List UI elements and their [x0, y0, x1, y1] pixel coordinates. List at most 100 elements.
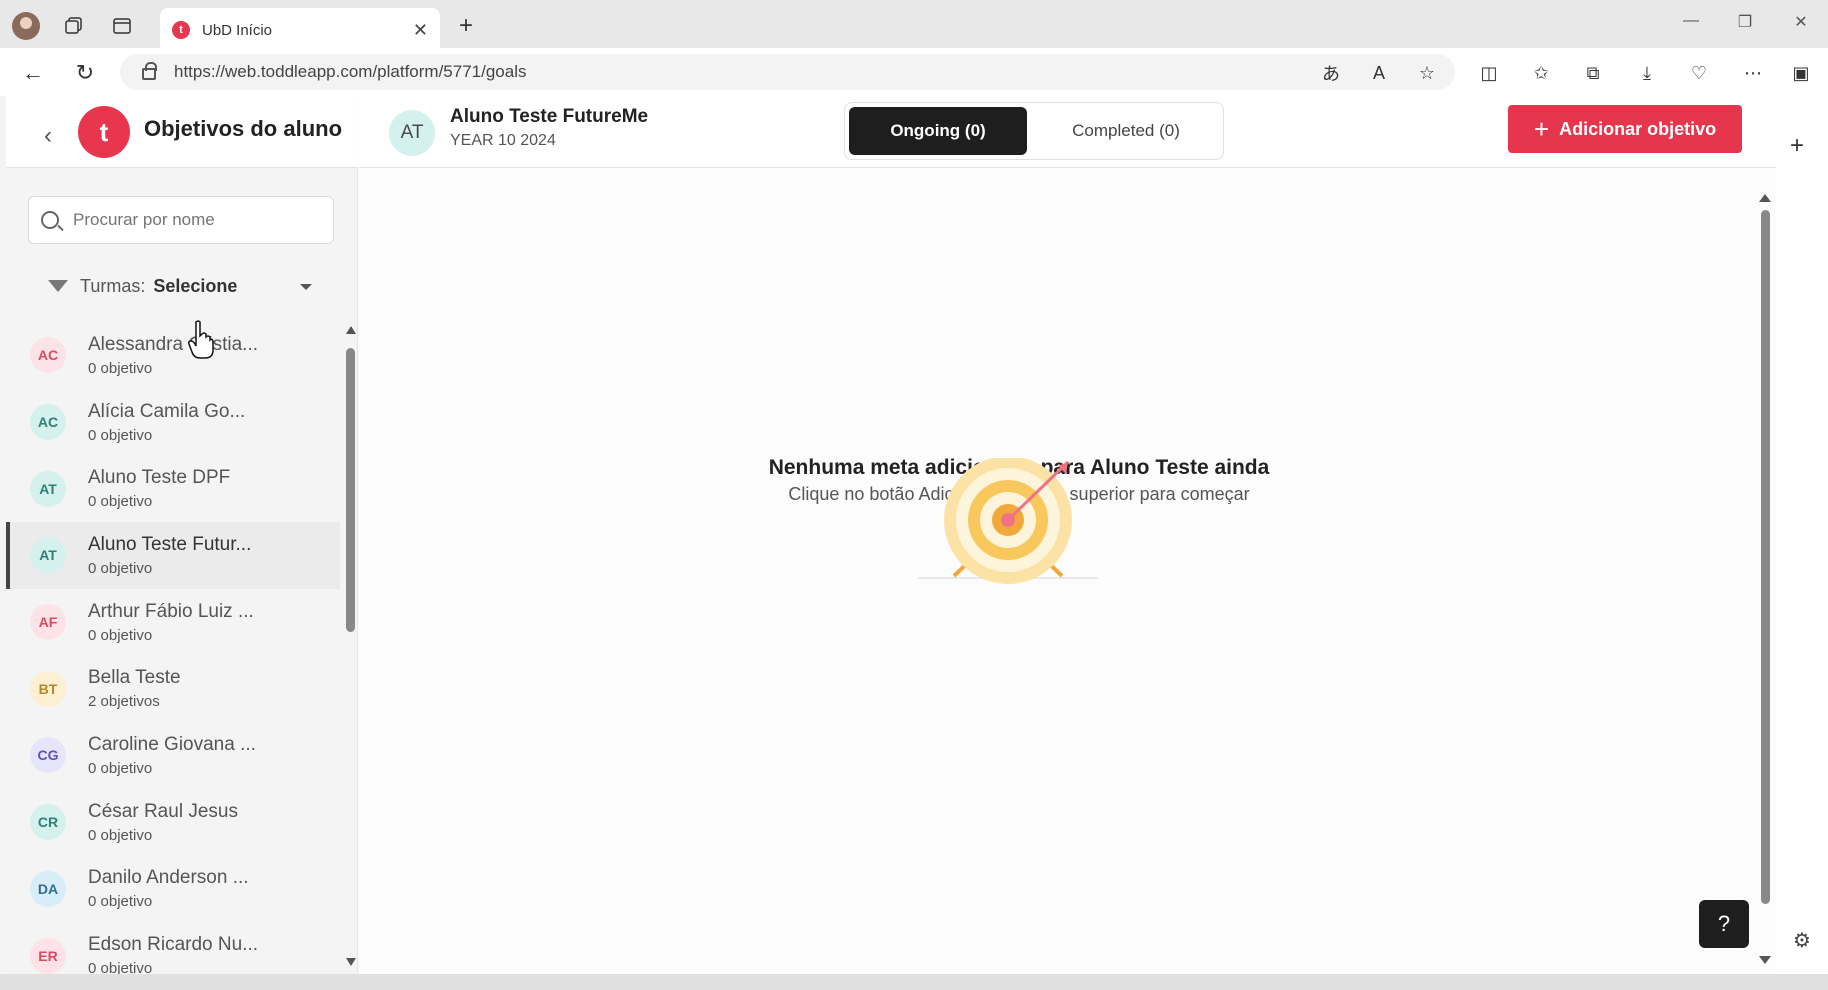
student-list-item[interactable]: AT Aluno Teste Futur... 0 objetivo	[6, 522, 340, 589]
student-name: Caroline Giovana ...	[88, 733, 256, 755]
student-goal-count: 0 objetivo	[88, 426, 153, 444]
workspaces-icon[interactable]	[60, 12, 88, 40]
student-list-item[interactable]: AF Arthur Fábio Luiz ... 0 objetivo	[6, 589, 340, 656]
sidebar-toggle-icon[interactable]: ▣	[1788, 60, 1814, 86]
address-bar[interactable]: https://web.toddleapp.com/platform/5771/…	[120, 54, 1455, 90]
student-list-item[interactable]: ER Edson Ricardo Nu... 0 objetivo	[6, 922, 340, 974]
tab-ongoing[interactable]: Ongoing (0)	[849, 107, 1027, 155]
browser-titlebar: t UbD Início ✕ + — ❐ ✕	[0, 0, 1828, 52]
hand-cursor-icon	[188, 320, 214, 359]
student-avatar: BT	[30, 670, 66, 707]
browser-essentials-icon[interactable]: ♡	[1686, 60, 1712, 86]
student-text: Bella Teste 2 objetivos	[88, 667, 181, 710]
scroll-up-icon[interactable]	[1759, 194, 1771, 202]
student-avatar: CG	[30, 737, 66, 774]
chevron-left-icon[interactable]: ‹	[44, 122, 52, 150]
read-aloud-icon[interactable]: A	[1366, 60, 1392, 86]
student-avatar: CR	[30, 804, 66, 841]
student-list-item[interactable]: CG Caroline Giovana ... 0 objetivo	[6, 722, 340, 789]
gear-icon[interactable]: ⚙	[1790, 928, 1814, 952]
sidebar-title: Objetivos do aluno	[144, 116, 343, 141]
student-list-item[interactable]: AT Aluno Teste DPF 0 objetivo	[6, 455, 340, 522]
student-name: Danilo Anderson ...	[88, 867, 249, 889]
class-filter-dropdown[interactable]: Turmas: Selecione	[28, 262, 334, 310]
caret-down-icon	[300, 284, 312, 290]
student-name: Arthur Fábio Luiz ...	[88, 600, 254, 622]
student-class: YEAR 10 2024	[450, 132, 556, 149]
scroll-down-icon[interactable]	[1759, 956, 1771, 964]
student-goal-count: 0 objetivo	[88, 359, 153, 377]
downloads-icon[interactable]: ⤓	[1634, 60, 1660, 86]
tab-title: UbD Início	[202, 21, 273, 39]
collections-icon[interactable]: ⧉	[1580, 60, 1606, 86]
student-name: Alessandra Cristia...	[88, 333, 259, 355]
student-text: Edson Ricardo Nu... 0 objetivo	[88, 934, 258, 974]
filter-icon	[48, 280, 68, 292]
minimize-icon[interactable]: —	[1676, 12, 1706, 30]
sidebar-scrollbar[interactable]	[344, 326, 358, 966]
student-goal-count: 0 objetivo	[88, 559, 153, 577]
student-name: Aluno Teste FutureMe	[450, 106, 649, 127]
vertical-tabs-icon[interactable]	[108, 12, 136, 40]
split-screen-icon[interactable]: ◫	[1476, 60, 1502, 86]
student-name: Aluno Teste DPF	[88, 467, 231, 489]
close-window-icon[interactable]: ✕	[1786, 12, 1816, 32]
lock-icon	[142, 62, 157, 80]
student-goal-count: 0 objetivo	[88, 493, 153, 511]
main-header: AT Aluno Teste FutureMe YEAR 10 2024 Ong…	[359, 96, 1776, 168]
student-sidebar: ‹ t Objetivos do aluno Turmas: Selecione…	[6, 96, 358, 974]
search-input[interactable]	[73, 210, 313, 230]
scroll-thumb[interactable]	[1761, 210, 1770, 904]
new-tab-icon[interactable]: +	[452, 12, 480, 40]
help-button[interactable]: ?	[1699, 900, 1749, 948]
student-goal-count: 0 objetivo	[88, 960, 153, 974]
refresh-icon[interactable]: ↻	[70, 58, 100, 88]
student-text: Aluno Teste DPF 0 objetivo	[88, 467, 230, 510]
scroll-down-icon[interactable]	[346, 958, 356, 966]
add-goal-button[interactable]: + Adicionar objetivo	[1508, 105, 1742, 153]
browser-side-panel: + ⚙	[1776, 96, 1828, 974]
student-avatar: AT	[30, 537, 66, 574]
scroll-thumb[interactable]	[346, 348, 355, 632]
translate-icon[interactable]: あ	[1318, 60, 1344, 86]
student-list-item[interactable]: AC Alícia Camila Go... 0 objetivo	[6, 389, 340, 456]
restore-icon[interactable]: ❐	[1730, 12, 1760, 32]
goal-status-tabs: Ongoing (0) Completed (0)	[844, 102, 1224, 160]
app-page: ‹ t Objetivos do aluno Turmas: Selecione…	[6, 96, 1776, 974]
browser-tab-active[interactable]: t UbD Início ✕	[160, 8, 440, 52]
search-box[interactable]	[28, 196, 334, 244]
student-text: Danilo Anderson ... 0 objetivo	[88, 867, 249, 910]
search-icon	[41, 211, 59, 229]
student-avatar: AF	[30, 604, 66, 641]
favorites-icon[interactable]: ✩	[1528, 60, 1554, 86]
plus-icon: +	[1533, 113, 1550, 144]
student-name: Alícia Camila Go...	[88, 400, 246, 422]
filter-value: Selecione	[153, 275, 238, 296]
student-list-item[interactable]: DA Danilo Anderson ... 0 objetivo	[6, 856, 340, 923]
student-name: César Raul Jesus	[88, 800, 238, 822]
scroll-up-icon[interactable]	[346, 326, 356, 334]
student-text: Caroline Giovana ... 0 objetivo	[88, 734, 256, 777]
target-illustration	[918, 458, 1098, 584]
profile-avatar[interactable]	[12, 12, 40, 40]
student-name: Aluno Teste Futur...	[88, 533, 252, 555]
toddle-logo: t	[78, 106, 130, 158]
add-panel-icon[interactable]: +	[1790, 132, 1804, 160]
sidebar-header: ‹ t Objetivos do aluno	[6, 96, 358, 168]
student-goal-count: 0 objetivo	[88, 826, 153, 844]
main-scrollbar[interactable]	[1758, 194, 1772, 964]
filter-label: Turmas:	[80, 275, 146, 296]
close-tab-icon[interactable]: ✕	[413, 20, 428, 41]
browser-toolbar: ← ↻ https://web.toddleapp.com/platform/5…	[0, 48, 1828, 96]
student-list-item[interactable]: AC Alessandra Cristia... 0 objetivo	[6, 322, 340, 389]
favorite-star-icon[interactable]: ☆	[1414, 60, 1440, 86]
tab-completed[interactable]: Completed (0)	[1031, 107, 1221, 155]
student-list: AC Alessandra Cristia... 0 objetivo AC Alíci…	[6, 322, 340, 974]
more-menu-icon[interactable]: ⋯	[1740, 60, 1766, 86]
student-goal-count: 0 objetivo	[88, 759, 153, 777]
student-avatar: AC	[30, 337, 66, 374]
back-arrow-icon[interactable]: ←	[18, 58, 48, 88]
student-list-item[interactable]: BT Bella Teste 2 objetivos	[6, 655, 340, 722]
student-name: Edson Ricardo Nu...	[88, 934, 259, 956]
student-list-item[interactable]: CR César Raul Jesus 0 objetivo	[6, 789, 340, 856]
